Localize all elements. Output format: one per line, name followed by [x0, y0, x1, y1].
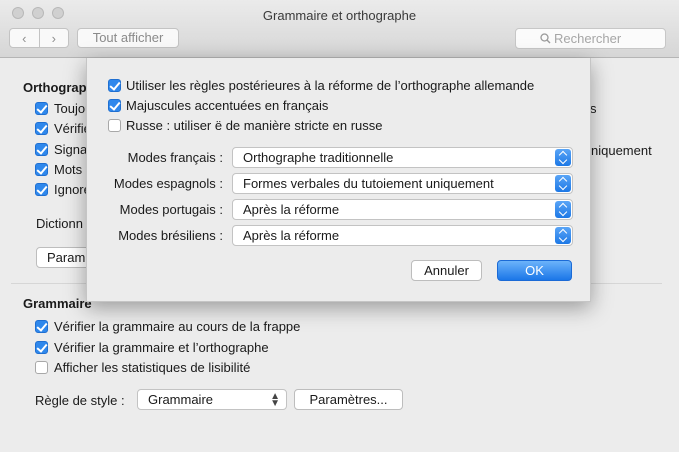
portuguese-mode-popup[interactable]: Après la réforme: [232, 199, 573, 220]
forward-button[interactable]: ›: [38, 29, 69, 47]
grammar-option-2-label: Vérifier la grammaire et l’orthographe: [54, 340, 269, 355]
portuguese-mode-label: Modes portugais :: [119, 202, 223, 217]
preferences-window: Grammaire et orthographe ‹ › Tout affich…: [0, 0, 679, 452]
window-title: Grammaire et orthographe: [262, 8, 417, 23]
updown-chevron-icon: [555, 201, 571, 218]
language-options-sheet: Utiliser les règles postérieures à la ré…: [86, 58, 591, 302]
spelling-right-partial-2: niquement: [591, 143, 652, 158]
brazilian-mode-popup[interactable]: Après la réforme: [232, 225, 573, 246]
updown-chevron-icon: [555, 175, 571, 192]
search-icon: [540, 33, 551, 44]
show-all-button[interactable]: Tout afficher: [77, 28, 179, 48]
grammar-option-1-label: Vérifier la grammaire au cours de la fra…: [54, 319, 301, 334]
russian-yo-label: Russe : utiliser ë de manière stricte en…: [126, 118, 383, 133]
french-accent-label: Majuscules accentuées en français: [126, 98, 329, 113]
russian-yo-checkbox[interactable]: [108, 119, 121, 132]
back-button[interactable]: ‹: [10, 29, 39, 47]
search-placeholder: Rechercher: [554, 31, 622, 46]
spelling-option-3-checkbox[interactable]: [35, 143, 48, 156]
spelling-option-4-label: Mots: [54, 162, 83, 177]
french-mode-label: Modes français :: [127, 150, 223, 165]
german-reform-label: Utiliser les règles postérieures à la ré…: [126, 78, 535, 93]
chevron-left-icon: ‹: [22, 30, 27, 46]
grammar-section-title: Grammaire: [23, 296, 92, 311]
german-reform-checkbox[interactable]: [108, 79, 121, 92]
spelling-option-3-label: Signa: [54, 142, 88, 157]
updown-chevron-icon: ▲ ▼: [270, 391, 280, 409]
style-rule-popup[interactable]: Grammaire ▲ ▼: [137, 389, 287, 410]
spelling-option-1-checkbox[interactable]: [35, 102, 48, 115]
cancel-button[interactable]: Annuler: [411, 260, 482, 281]
title-bar: Grammaire et orthographe ‹ › Tout affich…: [0, 0, 679, 58]
dictionary-label: Dictionn: [36, 216, 83, 231]
brazilian-mode-value: Après la réforme: [243, 228, 340, 243]
spelling-option-2-checkbox[interactable]: [35, 122, 48, 135]
spelling-option-5-checkbox[interactable]: [35, 183, 48, 196]
updown-chevron-icon: [555, 227, 571, 244]
ok-button[interactable]: OK: [497, 260, 572, 281]
spelling-option-4-checkbox[interactable]: [35, 163, 48, 176]
spelling-section-title: Orthograp: [23, 80, 87, 95]
style-rule-value: Grammaire: [148, 392, 214, 407]
nav-buttons: ‹ ›: [9, 28, 69, 48]
spanish-mode-popup[interactable]: Formes verbales du tutoiement uniquement: [232, 173, 573, 194]
search-field[interactable]: Rechercher: [515, 28, 666, 49]
french-mode-popup[interactable]: Orthographe traditionnelle: [232, 147, 573, 168]
spanish-mode-label: Modes espagnols :: [113, 176, 223, 191]
grammar-option-3-label: Afficher les statistiques de lisibilité: [54, 360, 251, 375]
grammar-option-2-checkbox[interactable]: [35, 341, 48, 354]
french-accent-checkbox[interactable]: [108, 99, 121, 112]
spanish-mode-value: Formes verbales du tutoiement uniquement: [243, 176, 494, 191]
grammar-settings-button[interactable]: Paramètres...: [294, 389, 403, 410]
chevron-right-icon: ›: [51, 30, 56, 46]
portuguese-mode-value: Après la réforme: [243, 202, 340, 217]
grammar-option-3-checkbox[interactable]: [35, 361, 48, 374]
grammar-option-1-checkbox[interactable]: [35, 320, 48, 333]
style-rule-label: Règle de style :: [35, 393, 125, 408]
brazilian-mode-label: Modes brésiliens :: [118, 228, 223, 243]
updown-chevron-icon: [555, 149, 571, 166]
french-mode-value: Orthographe traditionnelle: [243, 150, 394, 165]
